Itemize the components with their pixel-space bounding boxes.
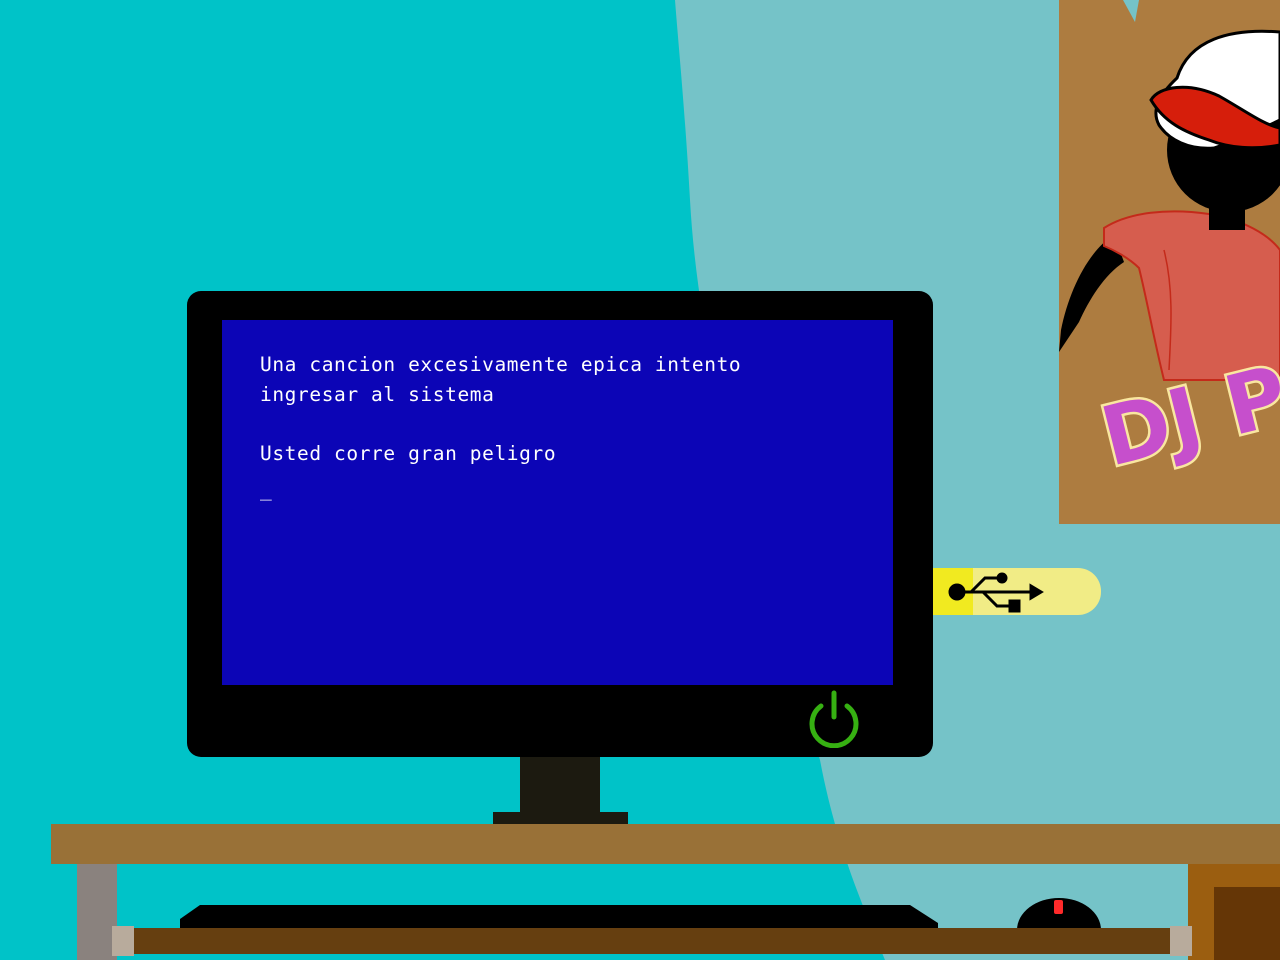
screen-message-intrusion: Una cancion excesivamente epica intento … <box>260 353 742 406</box>
screen-cursor: _ <box>260 478 273 501</box>
usb-drive[interactable] <box>933 568 1101 615</box>
desk-leg-left <box>77 864 117 960</box>
screen-message-danger: Usted corre gran peligro <box>260 442 557 465</box>
usb-drive-art <box>933 568 1101 615</box>
dj-poster: DJ P <box>1059 0 1280 524</box>
keyboard-tray <box>112 926 1192 956</box>
power-button[interactable] <box>805 690 863 749</box>
desk-cabinet-door <box>1214 887 1280 960</box>
scene: DJ P Una cancion excesivamente epica int… <box>0 0 1280 960</box>
power-icon <box>809 690 859 749</box>
monitor-stand-neck <box>520 757 600 813</box>
keyboard-tray-art <box>112 926 1192 956</box>
desk-top <box>51 824 1280 864</box>
poster-art: DJ P <box>1059 0 1280 524</box>
monitor-screen: Una cancion excesivamente epica intento … <box>222 320 893 685</box>
mouse-scroll-wheel <box>1054 900 1063 914</box>
